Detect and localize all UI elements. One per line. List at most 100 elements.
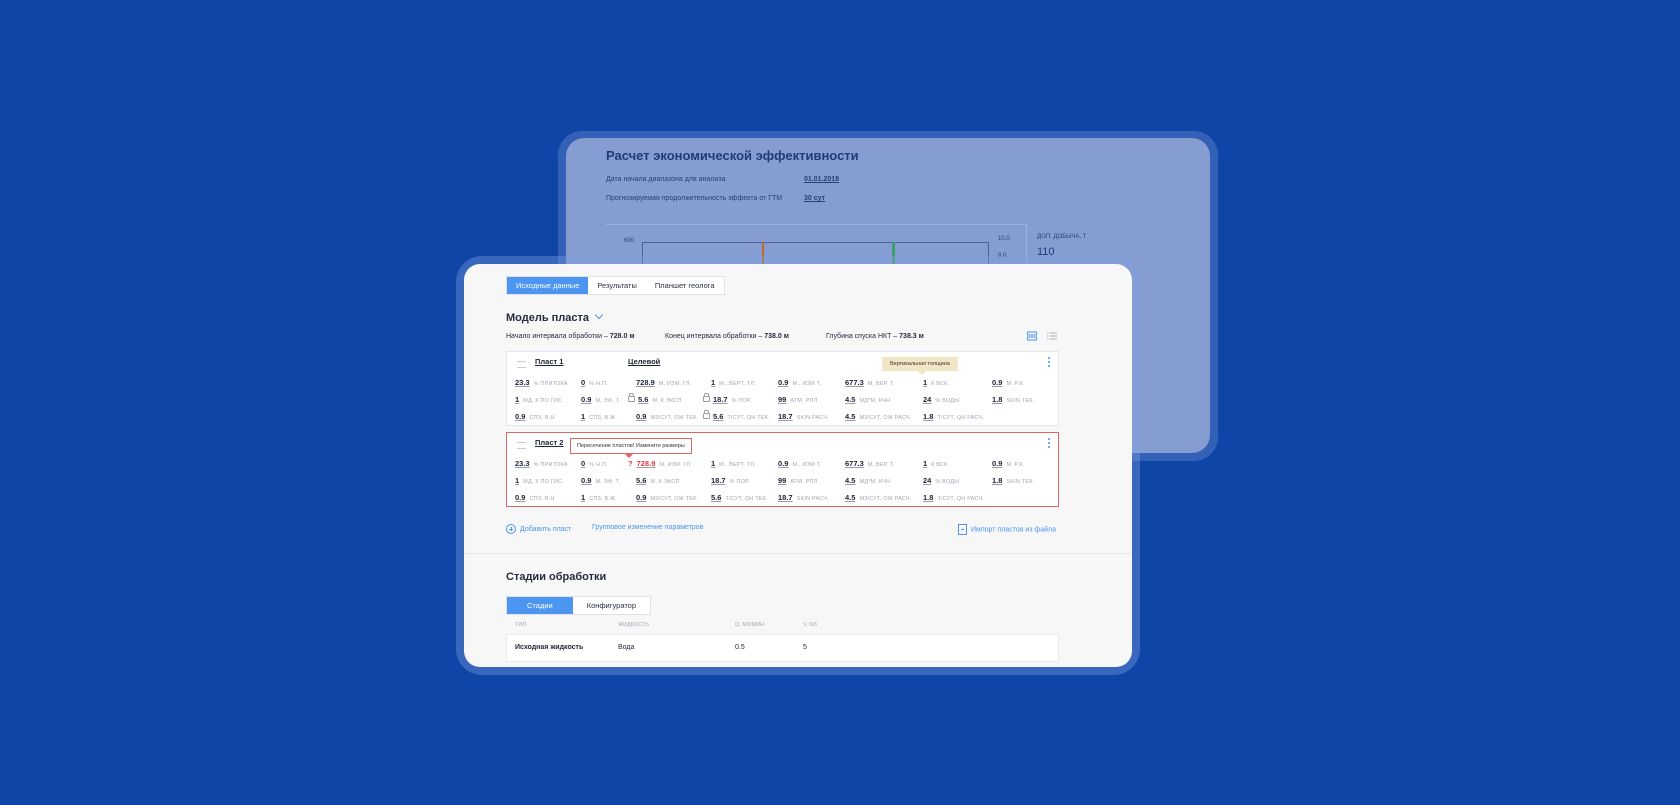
reservoir-model-card: Исходные данные Результаты Планшет геоло…: [464, 264, 1132, 667]
param-skin-calc[interactable]: 18.7 SKIN РАСЧ.: [778, 493, 829, 502]
param-kh[interactable]: 4.5 МД*М, КЧН: [845, 395, 890, 404]
tab-configurator[interactable]: Конфигуратор: [573, 597, 650, 614]
param-vertical-thickness[interactable]: 1 М., ВЕРТ. ТЛ.: [711, 459, 756, 468]
param-liquid-rate-calc[interactable]: 4.5 М3/СУТ, ОЖ РАСЧ.: [845, 493, 912, 502]
more-menu-icon[interactable]: [1048, 438, 1050, 449]
param-reservoir-pressure[interactable]: 99 АТМ, РПЛ: [778, 476, 817, 485]
section-divider: [464, 553, 1132, 554]
interval-start-value: 728.0 м: [609, 333, 635, 340]
param-kh[interactable]: 4.5 МД*М, КЧН: [845, 476, 890, 485]
param-vertical-thickness[interactable]: 1 М., ВЕРТ. ТЛ.: [711, 378, 756, 387]
param-reservoir-pressure[interactable]: 99 АТМ, РПЛ: [778, 395, 817, 404]
param-inflow[interactable]: 23.3% ПРИТОКА: [515, 459, 568, 468]
layer-name[interactable]: Пласт 2: [535, 438, 563, 447]
param-skin-current[interactable]: 1.8 SKIN ТЕК.: [992, 395, 1034, 404]
param-k-gis[interactable]: 1 МД, К ПО ГИС: [515, 395, 562, 404]
param-spz-vzh[interactable]: 1 СПЗ, В.Ж.: [581, 412, 617, 421]
chart-y-left-tick: 600: [624, 238, 635, 244]
param-k-vsk[interactable]: 1К ВСК.: [923, 459, 949, 468]
cell-volume: 5: [803, 644, 807, 651]
layer-type[interactable]: Целевой: [628, 357, 660, 366]
lock-icon[interactable]: [703, 393, 710, 402]
param-skin-current[interactable]: 1.8 SKIN ТЕК.: [992, 476, 1034, 485]
column-header-type: ТИП: [515, 622, 527, 628]
cell-rate: 0.5: [735, 644, 745, 651]
tab-stages[interactable]: Стадии: [507, 597, 573, 614]
param-eff-thickness[interactable]: 0.9 М, ЭФ. Т.: [581, 395, 620, 404]
tooltip-vertical-thickness: Вертикальная толщина: [882, 357, 958, 375]
param-measured-thickness[interactable]: 0.9 М., ИЗМ Т.: [778, 378, 821, 387]
param-oil-rate-calc[interactable]: 1.8 Т/СУТ, QН РАСЧ.: [923, 412, 984, 421]
param-spz-vn[interactable]: 0.9 СПЗ, В.Н: [515, 493, 555, 502]
cell-liquid: Вода: [618, 644, 635, 651]
param-k-vsk[interactable]: 1К ВСК.: [923, 378, 949, 387]
column-header-rate: Q, М3/МИН: [735, 622, 765, 628]
drag-handle-icon[interactable]: [517, 361, 526, 368]
param-liquid-rate-calc[interactable]: 4.5 М3/СУТ, ОЖ РАСЧ.: [845, 412, 912, 421]
tubing-depth-label: Глубина спуска НКТ –: [826, 333, 900, 340]
card-view-icon[interactable]: [1027, 331, 1037, 341]
effect-duration-value[interactable]: 30 сут: [804, 195, 825, 202]
tab-source-data[interactable]: Исходные данные: [507, 277, 589, 294]
param-rk[interactable]: 0.9 М. Р.К.: [992, 459, 1024, 468]
lock-icon[interactable]: [703, 410, 710, 419]
chevron-down-icon[interactable]: [594, 310, 604, 320]
param-liquid-rate-current[interactable]: 0.9 М3/СУТ, ОЖ ТЕК.: [636, 412, 698, 421]
tab-geologist-board[interactable]: Планшет геолога: [646, 277, 724, 294]
interval-end-value: 738.0 м: [764, 333, 789, 340]
param-measured-thickness[interactable]: 0.9 М., ИЗМ Т.: [778, 459, 821, 468]
param-eff-thickness[interactable]: 0.9 М, ЭФ. Т.: [581, 476, 620, 485]
param-measured-depth[interactable]: 728.9 М, ИЗМ. ГЛ.: [636, 378, 691, 387]
tubing-depth-value: 738.3 м: [899, 333, 924, 340]
tooltip-layer-intersection-error: Пересечение пластов! Измените размеры: [570, 438, 692, 458]
layer-name[interactable]: Пласт 1: [535, 357, 563, 366]
effect-duration-row: Прогнозируемая продолжительность эффекта…: [606, 195, 825, 202]
param-porosity[interactable]: 18.7% ПОР.: [711, 476, 750, 485]
cell-type: Исходная жидкость: [515, 644, 584, 651]
param-porosity[interactable]: 18.7% ПОР.: [703, 393, 752, 404]
extra-production-label: ДОП. ДОБЫЧА, Т: [1037, 234, 1087, 240]
group-edit-link[interactable]: Групповое изменение параметров: [592, 524, 703, 531]
column-header-liquid: ЖИДКОСТЬ: [618, 622, 649, 628]
param-k-gis[interactable]: 1 МД, К ПО ГИС: [515, 476, 562, 485]
param-np[interactable]: 0% Н.П.: [581, 378, 608, 387]
drag-handle-icon[interactable]: [517, 442, 526, 449]
reservoir-model-heading[interactable]: Модель пласта: [506, 310, 604, 324]
tab-results[interactable]: Результаты: [588, 277, 646, 294]
param-vertical-depth[interactable]: 677.3 М, ВЕР. Т.: [845, 459, 895, 468]
processing-stages-title: Стадии обработки: [506, 571, 607, 583]
param-water-cut[interactable]: 24% ВОДЫ: [923, 395, 959, 404]
param-rk[interactable]: 0.9 М. Р.К.: [992, 378, 1024, 387]
param-oil-rate-current[interactable]: 5.6 Т/СУТ, QН ТЕК.: [711, 493, 768, 502]
interval-start-label: Начало интервала обработки –: [506, 333, 610, 340]
param-inflow[interactable]: 23.3% ПРИТОКА: [515, 378, 568, 387]
main-tabs: Исходные данные Результаты Планшет геоло…: [506, 276, 725, 295]
param-vertical-depth[interactable]: 677.3 М, ВЕР. Т.: [845, 378, 895, 387]
lock-icon[interactable]: [628, 393, 635, 402]
list-view-icon[interactable]: [1047, 331, 1057, 341]
param-np[interactable]: 0% Н.П.: [581, 459, 608, 468]
layer-card-2: Пласт 2 Пересечение пластов! Измените ра…: [506, 432, 1059, 507]
param-oil-rate-current[interactable]: 5.6 Т/СУТ, QН ТЕК.: [703, 410, 770, 421]
param-oil-rate-calc[interactable]: 1.8 Т/СУТ, QН РАСЧ.: [923, 493, 984, 502]
table-row[interactable]: Исходная жидкость Вода 0.5 5: [506, 634, 1059, 662]
analysis-start-value[interactable]: 01.01.2018: [804, 176, 839, 183]
add-circle-icon: [506, 524, 516, 534]
param-spz-vn[interactable]: 0.9 СПЗ, В.Н: [515, 412, 555, 421]
warning-question-icon: ?: [628, 459, 633, 468]
param-k-exp[interactable]: 5.6 М, К ЭКСП: [628, 393, 682, 404]
interval-end-label: Конец интервала обработки –: [665, 333, 765, 340]
import-layers-link[interactable]: Импорт пластов из файла: [958, 524, 1056, 535]
layer-card-1: Пласт 1 Целевой Вертикальная толщина 23.…: [506, 351, 1059, 426]
param-skin-calc[interactable]: 18.7 SKIN РАСЧ.: [778, 412, 829, 421]
chart-y-right-tick-top: 10.0: [998, 236, 1010, 242]
param-spz-vzh[interactable]: 1 СПЗ, В.Ж.: [581, 493, 617, 502]
param-water-cut[interactable]: 24% ВОДЫ: [923, 476, 959, 485]
column-header-volume: V, М3: [803, 622, 817, 628]
param-measured-depth-error[interactable]: ? 728.9 М, ИЗМ. ГЛ.: [628, 459, 692, 468]
param-liquid-rate-current[interactable]: 0.9 М3/СУТ, ОЖ ТЕК.: [636, 493, 698, 502]
param-k-exp[interactable]: 5.6 М, К ЭКСП: [636, 476, 680, 485]
more-menu-icon[interactable]: [1048, 357, 1050, 368]
add-layer-link[interactable]: Добавить пласт: [506, 524, 571, 534]
analysis-start-row: Дата начала диапазона для анализа 01.01.…: [606, 176, 839, 183]
